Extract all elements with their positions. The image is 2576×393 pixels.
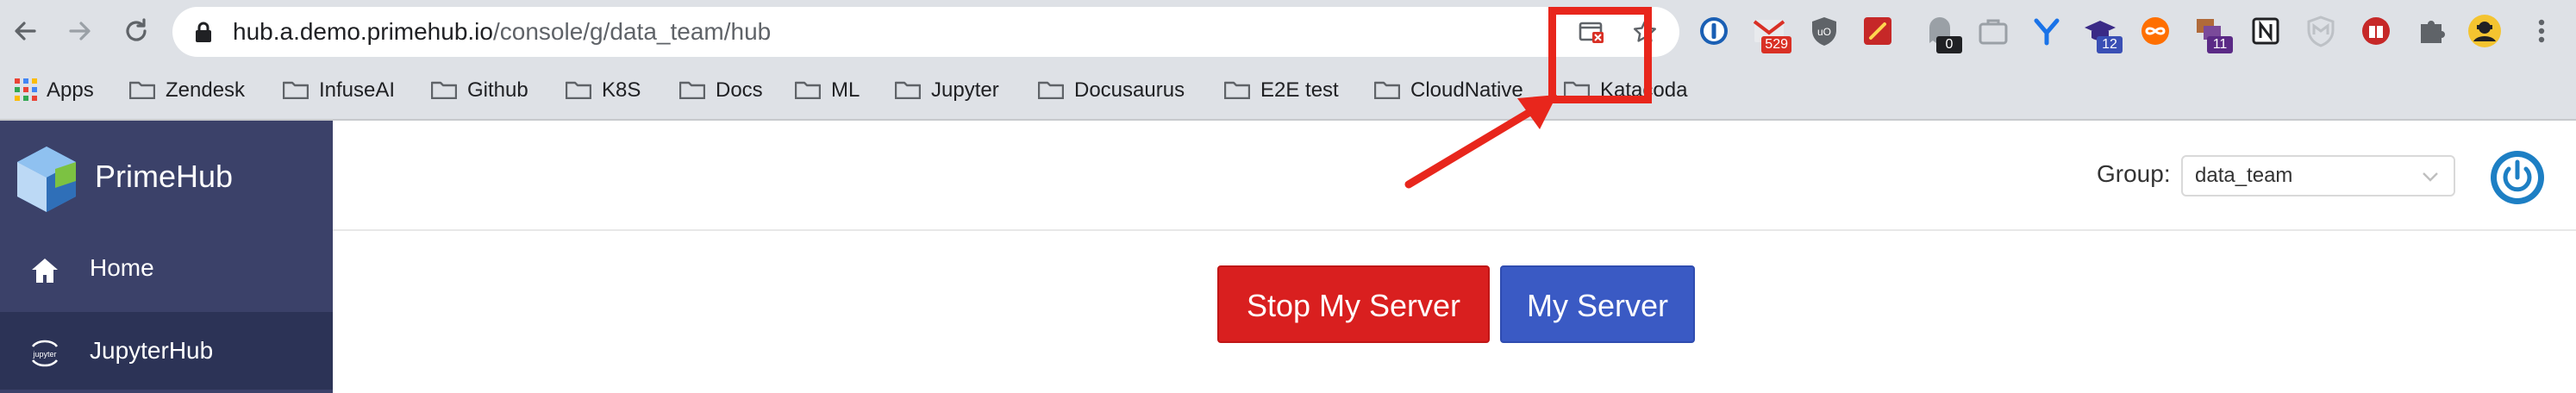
address-bar[interactable]: hub.a.demo.primehub.io/console/g/data_te… [172, 7, 1679, 57]
folder-icon [283, 81, 309, 99]
multi-window-icon[interactable]: 11 [2191, 12, 2233, 53]
bookmark-label: Docs [716, 78, 763, 102]
bookmark-apps[interactable]: Apps [14, 62, 94, 119]
chevron-down-icon [2423, 172, 2438, 182]
yoast-icon[interactable] [2028, 12, 2066, 50]
apps-grid-icon [15, 78, 37, 101]
browser-toolbar: hub.a.demo.primehub.io/console/g/data_te… [0, 0, 2576, 62]
bookmark-label: K8S [602, 78, 641, 102]
bookmark-folder-docs[interactable]: Docs [679, 62, 763, 119]
bookmark-label: InfuseAI [319, 78, 396, 102]
ghostery-icon[interactable]: 0 [1921, 12, 1962, 53]
reader-icon[interactable] [2357, 12, 2395, 50]
bookmark-label: Apps [47, 78, 94, 102]
bookmark-folder-docusaurus[interactable]: Docusaurus [1038, 62, 1185, 119]
home-icon [32, 259, 58, 283]
colorzilla-icon[interactable] [1859, 12, 1897, 50]
group-select-value: data_team [2195, 164, 2293, 187]
group-label: Group: [2097, 160, 2171, 187]
gmail-icon[interactable]: 529 [1750, 12, 1791, 53]
briefcase-icon[interactable] [1974, 12, 2012, 50]
folder-icon [679, 81, 705, 99]
bookmark-folder-infuseai[interactable]: InfuseAI [283, 62, 395, 119]
ghostery-badge: 0 [1936, 36, 1962, 53]
lock-icon[interactable] [191, 20, 216, 44]
sidebar: PrimeHub Home jupyter JupyterHub [0, 121, 333, 393]
forward-arrow-icon[interactable] [60, 12, 98, 50]
folder-icon [129, 81, 155, 99]
primehub-logo-icon [17, 147, 76, 212]
url-host: hub.a.demo.primehub.io [233, 18, 493, 45]
bookmark-label: ML [831, 78, 860, 102]
reload-icon[interactable] [117, 12, 155, 50]
folder-icon [431, 81, 457, 99]
sidebar-item-label: Home [90, 254, 154, 281]
sidebar-item-label: JupyterHub [90, 337, 214, 364]
brand-name: PrimeHub [95, 159, 234, 194]
bookmark-folder-e2e-test[interactable]: E2E test [1224, 62, 1339, 119]
onepassword-icon[interactable] [1695, 12, 1733, 50]
folder-icon [895, 81, 921, 99]
bookmark-folder-github[interactable]: Github [431, 62, 528, 119]
infinity-icon[interactable] [2136, 12, 2174, 50]
svg-text:jupyter: jupyter [32, 350, 56, 359]
kebab-menu-icon[interactable] [2523, 12, 2560, 50]
bookmark-folder-ml[interactable]: ML [795, 62, 860, 119]
mcafee-icon[interactable] [2302, 12, 2340, 50]
annotation-arrow-icon [1404, 95, 1557, 189]
bookmark-folder-zendesk[interactable]: Zendesk [129, 62, 245, 119]
graduation-icon[interactable]: 12 [2081, 12, 2123, 53]
bookmark-label: Docusaurus [1074, 78, 1185, 102]
bookmark-label: E2E test [1260, 78, 1339, 102]
my-server-button[interactable]: My Server [1500, 265, 1695, 343]
url-path: /console/g/data_team/hub [492, 18, 772, 45]
bookmark-folder-k8s[interactable]: K8S [566, 62, 641, 119]
bookmark-label: Zendesk [166, 78, 246, 102]
stop-my-server-button[interactable]: Stop My Server [1217, 265, 1490, 343]
puzzle-icon[interactable] [2412, 12, 2450, 50]
bookmark-label: Jupyter [931, 78, 999, 102]
jupyter-icon: jupyter [31, 340, 59, 367]
folder-icon [795, 81, 821, 99]
ublock-icon[interactable]: uO [1805, 12, 1843, 50]
folder-icon [1038, 81, 1064, 99]
bookmark-label: Github [467, 78, 528, 102]
bookmarks-bar: Apps Zendesk InfuseAI Github K8S Docs ML… [0, 62, 2576, 121]
graduation-badge: 12 [2097, 36, 2123, 53]
gmail-badge: 529 [1761, 36, 1791, 53]
group-select[interactable]: data_team [2181, 155, 2455, 196]
svg-text:uO: uO [1817, 26, 1831, 38]
profile-avatar-icon[interactable] [2466, 12, 2504, 50]
folder-icon [1224, 81, 1250, 99]
logout-power-icon[interactable] [2490, 150, 2545, 205]
folder-icon [566, 81, 591, 99]
sidebar-item-home[interactable]: Home [0, 229, 333, 307]
multi-window-badge: 11 [2207, 36, 2233, 53]
url-text[interactable]: hub.a.demo.primehub.io/console/g/data_te… [233, 7, 771, 57]
sidebar-item-jupyterhub[interactable]: jupyter JupyterHub [0, 312, 333, 390]
bookmark-folder-jupyter[interactable]: Jupyter [895, 62, 999, 119]
notion-icon[interactable] [2247, 12, 2285, 50]
back-arrow-icon[interactable] [7, 12, 45, 50]
